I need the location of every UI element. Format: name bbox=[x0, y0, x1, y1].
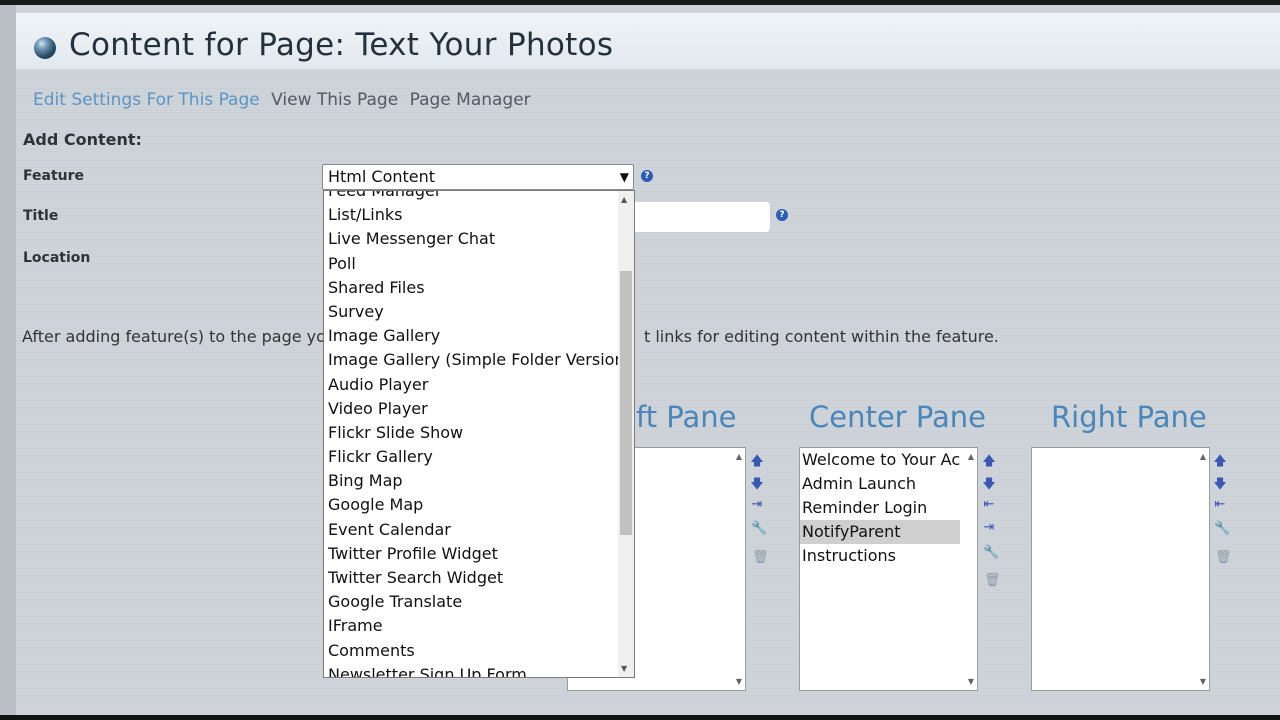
list-item[interactable]: Admin Launch bbox=[800, 472, 960, 496]
scroll-down-icon[interactable]: ▼ bbox=[736, 677, 742, 686]
center-pane-items: Welcome to Your Acc Admin Launch Reminder … bbox=[800, 448, 977, 568]
page-manager-link[interactable]: Page Manager bbox=[410, 90, 531, 110]
dropdown-option[interactable]: Video Player bbox=[324, 397, 620, 421]
list-item[interactable]: NotifyParent bbox=[800, 520, 960, 544]
info-text-continued: t links for editing content within the f… bbox=[644, 327, 999, 346]
left-pane-title: ft Pane bbox=[636, 400, 737, 434]
scroll-down-icon[interactable]: ▼ bbox=[1200, 677, 1206, 686]
dropdown-option[interactable]: Image Gallery bbox=[324, 324, 620, 348]
page-header: Content for Page: Text Your Photos bbox=[16, 13, 1280, 69]
add-content-heading: Add Content: bbox=[23, 130, 142, 149]
scroll-up-icon[interactable]: ▲ bbox=[621, 195, 627, 204]
move-right-icon[interactable]: ⇥ bbox=[750, 497, 764, 512]
scroll-up-icon[interactable]: ▲ bbox=[1200, 452, 1206, 461]
move-left-icon[interactable]: ⇤ bbox=[1213, 497, 1227, 512]
globe-icon bbox=[34, 37, 56, 59]
chevron-down-icon: ▼ bbox=[619, 170, 629, 184]
center-pane-list[interactable]: Welcome to Your Acc Admin Launch Reminder … bbox=[799, 447, 978, 691]
dropdown-option[interactable]: Bing Map bbox=[324, 469, 620, 493]
scrollbar[interactable]: ▲ ▼ bbox=[962, 448, 977, 690]
wrench-icon[interactable]: 🔧 bbox=[751, 521, 767, 536]
dropdown-option[interactable]: Newsletter Sign Up Form bbox=[324, 663, 620, 677]
move-up-icon[interactable]: 🡅 bbox=[1213, 452, 1227, 474]
dropdown-option[interactable]: Google Translate bbox=[324, 590, 620, 614]
scrollbar-thumb[interactable] bbox=[620, 271, 632, 535]
scroll-down-icon[interactable]: ▼ bbox=[621, 664, 627, 673]
scroll-up-icon[interactable]: ▲ bbox=[968, 452, 974, 461]
dropdown-option[interactable]: Twitter Profile Widget bbox=[324, 542, 620, 566]
dropdown-option[interactable]: Survey bbox=[324, 300, 620, 324]
page-title: Content for Page: Text Your Photos bbox=[69, 27, 614, 63]
trash-icon[interactable]: 🗑 bbox=[752, 550, 769, 565]
page: Content for Page: Text Your Photos Edit … bbox=[0, 5, 1280, 715]
scrollbar[interactable]: ▲ ▼ bbox=[618, 191, 634, 677]
wrench-icon[interactable]: 🔧 bbox=[1214, 521, 1230, 536]
dropdown-option[interactable]: Feed Manager bbox=[324, 191, 620, 203]
bottom-bar bbox=[0, 715, 1280, 720]
wrench-icon[interactable]: 🔧 bbox=[983, 545, 999, 560]
dropdown-option[interactable]: Flickr Gallery bbox=[324, 445, 620, 469]
trash-icon[interactable]: 🗑 bbox=[1215, 550, 1232, 565]
title-label: Title bbox=[23, 208, 59, 224]
dropdown-option[interactable]: Event Calendar bbox=[324, 518, 620, 542]
scroll-up-icon[interactable]: ▲ bbox=[736, 452, 742, 461]
trash-icon[interactable]: 🗑 bbox=[984, 573, 1001, 588]
view-page-link[interactable]: View This Page bbox=[271, 90, 398, 110]
dropdown-option[interactable]: Poll bbox=[324, 252, 620, 276]
scrollbar[interactable]: ▲ ▼ bbox=[730, 448, 745, 690]
dropdown-option[interactable]: Google Map bbox=[324, 493, 620, 517]
dropdown-option[interactable]: Twitter Search Widget bbox=[324, 566, 620, 590]
move-down-icon[interactable]: 🡇 bbox=[750, 475, 764, 497]
move-right-icon[interactable]: ⇥ bbox=[982, 520, 996, 535]
scroll-down-icon[interactable]: ▼ bbox=[968, 677, 974, 686]
right-pane-list[interactable]: ▲ ▼ bbox=[1031, 447, 1210, 691]
dropdown-option[interactable]: Shared Files bbox=[324, 276, 620, 300]
help-icon[interactable]: ? bbox=[641, 170, 653, 182]
dropdown-option[interactable]: Flickr Slide Show bbox=[324, 421, 620, 445]
feature-label: Feature bbox=[23, 168, 84, 184]
dropdown-option[interactable]: Audio Player bbox=[324, 373, 620, 397]
move-left-icon[interactable]: ⇤ bbox=[982, 497, 996, 512]
move-down-icon[interactable]: 🡇 bbox=[1213, 475, 1227, 497]
edit-settings-link[interactable]: Edit Settings For This Page bbox=[33, 90, 260, 110]
help-icon[interactable]: ? bbox=[776, 209, 788, 221]
list-item[interactable]: Instructions bbox=[800, 544, 960, 568]
left-strip bbox=[0, 5, 16, 715]
dropdown-option[interactable]: Live Messenger Chat bbox=[324, 227, 620, 251]
info-text: After adding feature(s) to the page you bbox=[22, 327, 337, 346]
list-item[interactable]: Welcome to Your Acc bbox=[800, 448, 960, 472]
center-pane-title: Center Pane bbox=[809, 400, 987, 434]
move-down-icon[interactable]: 🡇 bbox=[982, 475, 996, 497]
page-links: Edit Settings For This Page View This Pa… bbox=[33, 90, 537, 110]
feature-dropdown-list[interactable]: Feed Manager List/Links Live Messenger Cha… bbox=[323, 190, 635, 678]
right-pane-title: Right Pane bbox=[1051, 400, 1207, 434]
feature-select[interactable]: Html Content ▼ bbox=[322, 164, 634, 190]
location-label: Location bbox=[23, 250, 91, 266]
dropdown-option[interactable]: Image Gallery (Simple Folder Version) bbox=[324, 348, 631, 372]
dropdown-option[interactable]: Comments bbox=[324, 639, 620, 663]
scrollbar[interactable]: ▲ ▼ bbox=[1194, 448, 1209, 690]
title-input[interactable] bbox=[634, 202, 770, 232]
feature-select-value: Html Content bbox=[328, 167, 436, 186]
list-item[interactable]: Reminder Login bbox=[800, 496, 960, 520]
move-up-icon[interactable]: 🡅 bbox=[982, 452, 996, 474]
move-up-icon[interactable]: 🡅 bbox=[750, 452, 764, 474]
dropdown-option[interactable]: List/Links bbox=[324, 203, 620, 227]
feature-options: Feed Manager List/Links Live Messenger Cha… bbox=[324, 191, 631, 677]
dropdown-option[interactable]: IFrame bbox=[324, 614, 620, 638]
